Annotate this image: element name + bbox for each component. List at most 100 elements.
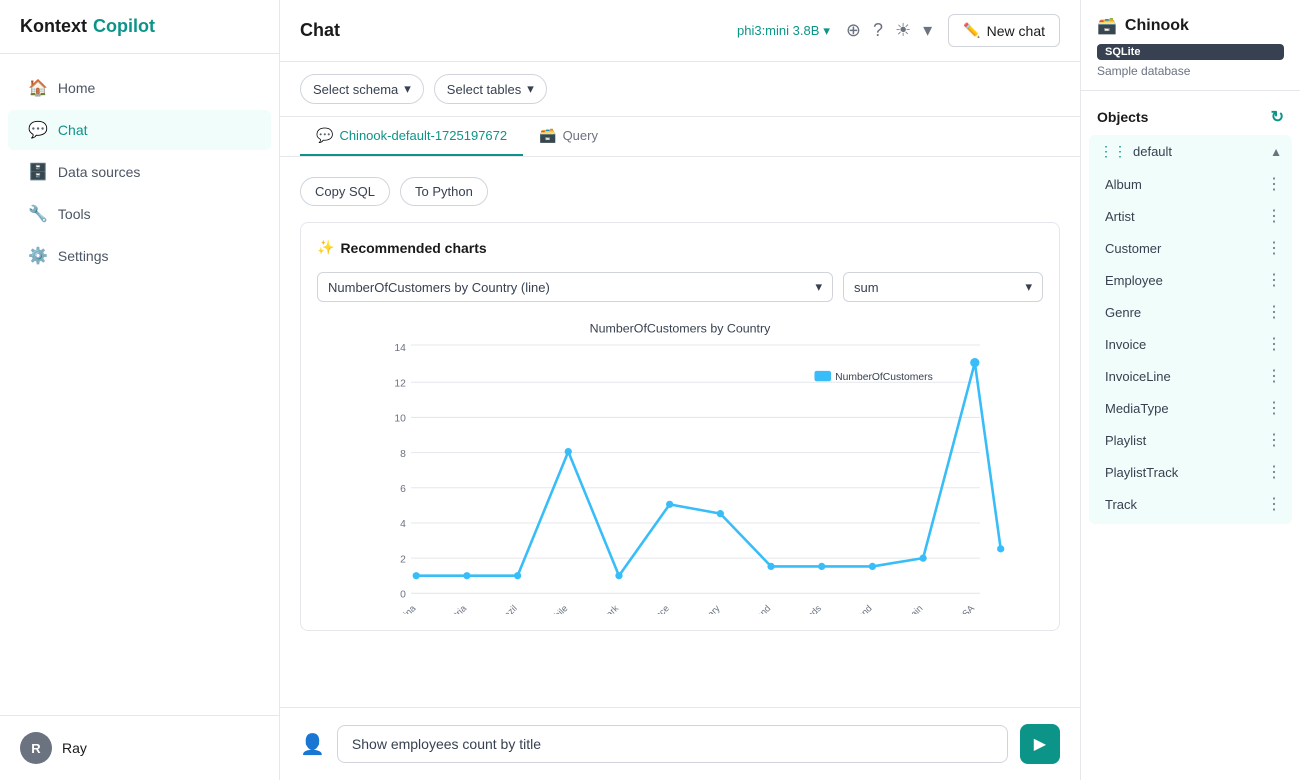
table-name: PlaylistTrack — [1105, 465, 1178, 480]
sidebar-item-tools[interactable]: 🔧 Tools — [8, 194, 271, 234]
table-name: Artist — [1105, 209, 1135, 224]
svg-text:Denmark: Denmark — [587, 603, 621, 614]
app-logo: Kontext Copilot — [0, 0, 279, 54]
table-item-mediatype[interactable]: MediaType ⋮ — [1089, 392, 1292, 424]
table-item-invoice[interactable]: Invoice ⋮ — [1089, 328, 1292, 360]
svg-text:Spain: Spain — [901, 603, 925, 614]
table-item-artist[interactable]: Artist ⋮ — [1089, 200, 1292, 232]
line-chart-svg: NumberOfCustomers by Country 0 — [317, 314, 1043, 614]
input-area: 👤 ▶ — [280, 707, 1080, 780]
logo-text-kontext: Kontext — [20, 16, 87, 37]
table-more-icon[interactable]: ⋮ — [1266, 494, 1282, 514]
table-more-icon[interactable]: ⋮ — [1266, 270, 1282, 290]
sql-actions: Copy SQL To Python — [300, 177, 1060, 206]
table-item-playlisttrack[interactable]: PlaylistTrack ⋮ — [1089, 456, 1292, 488]
table-more-icon[interactable]: ⋮ — [1266, 366, 1282, 386]
chevron-down-icon: ▾ — [823, 23, 830, 39]
messages-area: Copy SQL To Python ✨ Recommended charts N… — [280, 157, 1080, 707]
table-more-icon[interactable]: ⋮ — [1266, 238, 1282, 258]
schema-header-left: ⋮⋮ default — [1099, 143, 1172, 160]
table-item-invoiceline[interactable]: InvoiceLine ⋮ — [1089, 360, 1292, 392]
table-item-track[interactable]: Track ⋮ — [1089, 488, 1292, 520]
page-title: Chat — [300, 20, 340, 41]
aggregation-select[interactable]: sum ▾ — [843, 272, 1043, 302]
table-more-icon[interactable]: ⋮ — [1266, 462, 1282, 482]
table-more-icon[interactable]: ⋮ — [1266, 174, 1282, 194]
tab-query[interactable]: 🗃️ Query — [523, 117, 614, 156]
svg-text:14: 14 — [394, 343, 406, 354]
table-name: Album — [1105, 177, 1142, 192]
chart-controls: NumberOfCustomers by Country (line) ▾ su… — [317, 272, 1043, 302]
select-schema-dropdown[interactable]: Select schema ▾ — [300, 74, 424, 104]
svg-text:USA: USA — [956, 603, 977, 614]
logo-text-copilot: Copilot — [93, 16, 155, 37]
copy-sql-button[interactable]: Copy SQL — [300, 177, 390, 206]
theme-chevron-icon[interactable]: ▾ — [923, 20, 932, 41]
select-tables-dropdown[interactable]: Select tables ▾ — [434, 74, 547, 104]
tools-icon: 🔧 — [28, 204, 48, 224]
chart-type-label: NumberOfCustomers by Country (line) — [328, 280, 550, 295]
chart-card: ✨ Recommended charts NumberOfCustomers b… — [300, 222, 1060, 631]
line-chart-polyline — [416, 363, 975, 576]
aggregation-label: sum — [854, 280, 879, 295]
chat-input[interactable] — [337, 725, 1008, 763]
legend-color — [814, 371, 831, 381]
new-chat-button[interactable]: ✏️ New chat — [948, 14, 1060, 47]
sidebar-item-label: Tools — [58, 206, 91, 222]
schema-header[interactable]: ⋮⋮ default ▲ — [1089, 135, 1292, 168]
globe-icon[interactable]: ⊕ — [846, 20, 861, 41]
send-icon: ▶ — [1034, 734, 1046, 754]
help-icon[interactable]: ? — [873, 20, 883, 41]
send-button[interactable]: ▶ — [1020, 724, 1060, 764]
theme-icon[interactable]: ☀ — [895, 20, 911, 41]
data-point — [869, 563, 876, 570]
table-item-genre[interactable]: Genre ⋮ — [1089, 296, 1292, 328]
tabs-bar: 💬 Chinook-default-1725197672 🗃️ Query — [280, 117, 1080, 157]
chart-sparkle-icon: ✨ — [317, 239, 334, 256]
svg-text:Chile: Chile — [548, 603, 570, 614]
table-name: MediaType — [1105, 401, 1169, 416]
sidebar-item-data-sources[interactable]: 🗄️ Data sources — [8, 152, 271, 192]
sidebar-item-settings[interactable]: ⚙️ Settings — [8, 236, 271, 276]
db-badge: SQLite — [1097, 44, 1284, 60]
table-more-icon[interactable]: ⋮ — [1266, 334, 1282, 354]
data-point — [717, 510, 724, 517]
table-more-icon[interactable]: ⋮ — [1266, 430, 1282, 450]
to-python-button[interactable]: To Python — [400, 177, 488, 206]
svg-text:6: 6 — [400, 484, 406, 495]
sidebar-footer: R Ray — [0, 715, 279, 780]
refresh-icon[interactable]: ↻ — [1271, 107, 1284, 127]
svg-text:4: 4 — [400, 519, 406, 530]
model-selector[interactable]: phi3:mini 3.8B ▾ — [737, 23, 830, 39]
svg-text:10: 10 — [394, 414, 406, 425]
table-more-icon[interactable]: ⋮ — [1266, 302, 1282, 322]
data-point — [463, 572, 470, 579]
table-more-icon[interactable]: ⋮ — [1266, 398, 1282, 418]
sidebar-nav: 🏠 Home 💬 Chat 🗄️ Data sources 🔧 Tools ⚙️… — [0, 54, 279, 715]
table-item-album[interactable]: Album ⋮ — [1089, 168, 1292, 200]
chart-header: ✨ Recommended charts — [317, 239, 1043, 256]
sidebar-item-chat[interactable]: 💬 Chat — [8, 110, 271, 150]
objects-header: Objects ↻ — [1081, 99, 1300, 135]
db-header: 🗃️ Chinook — [1081, 0, 1300, 44]
svg-text:France: France — [644, 603, 672, 614]
toolbar: Select schema ▾ Select tables ▾ — [280, 62, 1080, 117]
db-icon: 🗃️ — [1097, 16, 1117, 36]
tab-history[interactable]: 💬 Chinook-default-1725197672 — [300, 117, 523, 156]
table-item-employee[interactable]: Employee ⋮ — [1089, 264, 1292, 296]
table-item-playlist[interactable]: Playlist ⋮ — [1089, 424, 1292, 456]
table-item-customer[interactable]: Customer ⋮ — [1089, 232, 1292, 264]
svg-text:0: 0 — [400, 589, 406, 600]
main-content: Chat phi3:mini 3.8B ▾ ⊕ ? ☀ ▾ ✏️ New cha… — [280, 0, 1080, 780]
table-more-icon[interactable]: ⋮ — [1266, 206, 1282, 226]
table-name: Genre — [1105, 305, 1141, 320]
chart-type-select[interactable]: NumberOfCustomers by Country (line) ▾ — [317, 272, 833, 302]
chevron-down-icon: ▾ — [404, 81, 411, 97]
schema-icon: ⋮⋮ — [1099, 143, 1127, 160]
table-name: Invoice — [1105, 337, 1146, 352]
schema-group: ⋮⋮ default ▲ Album ⋮ Artist ⋮ Customer ⋮… — [1089, 135, 1292, 524]
sidebar-item-home[interactable]: 🏠 Home — [8, 68, 271, 108]
data-point — [818, 563, 825, 570]
tab-label: Chinook-default-1725197672 — [339, 128, 507, 143]
sidebar-item-label: Settings — [58, 248, 109, 264]
